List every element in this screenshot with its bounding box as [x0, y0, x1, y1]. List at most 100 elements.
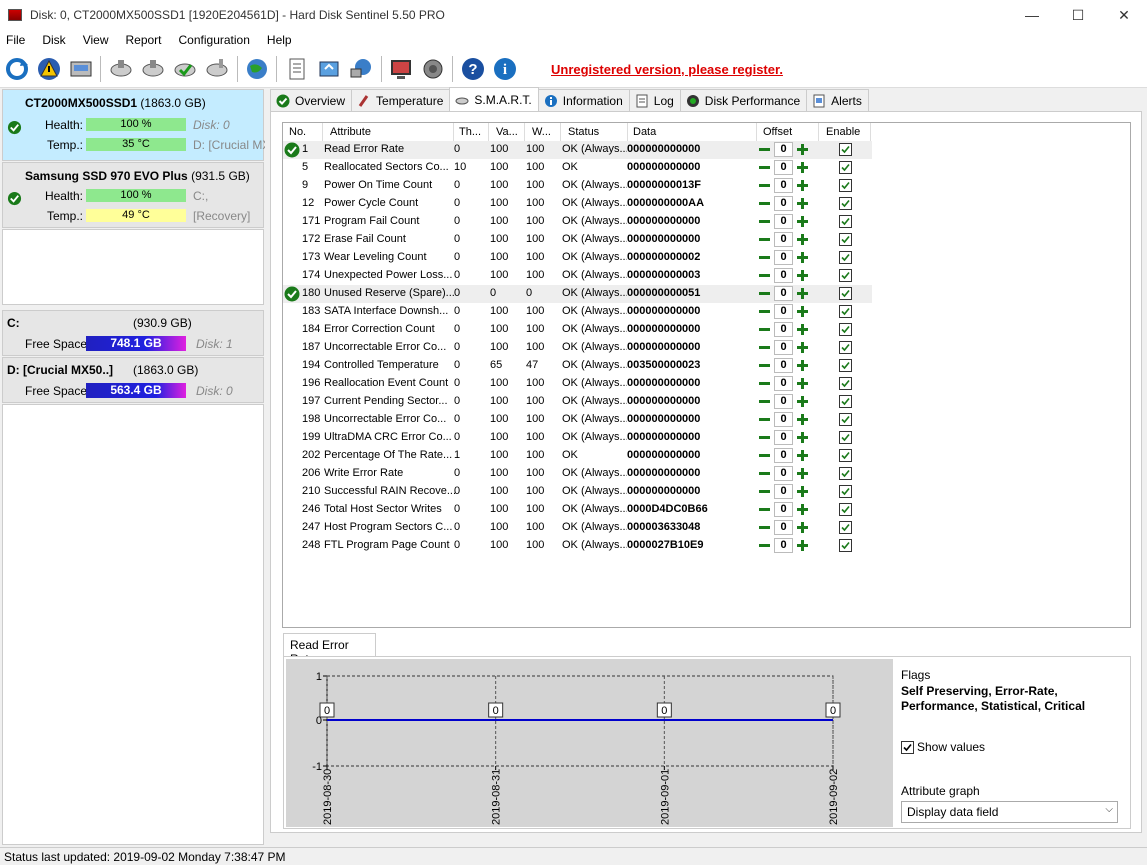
table-row[interactable]: 206 Write Error Rate 0 100 100 OK (Always... 0…	[283, 465, 872, 483]
plus-icon[interactable]	[795, 520, 810, 535]
disk-test-icon[interactable]	[107, 55, 135, 83]
table-row[interactable]: 196 Reallocation Event Count 0 100 100 OK (Al…	[283, 375, 872, 393]
plus-icon[interactable]	[795, 160, 810, 175]
col-data[interactable]: Data	[633, 126, 656, 138]
volume-card-c[interactable]: C: (930.9 GB) Free Space 748.1 GB Disk: …	[2, 310, 264, 356]
table-row[interactable]: 5 Reallocated Sectors Co... 10 100 100 OK 0000…	[283, 159, 872, 177]
enable-checkbox[interactable]	[839, 179, 852, 192]
enable-checkbox[interactable]	[839, 485, 852, 498]
disk-info-icon[interactable]	[67, 55, 95, 83]
disk-card-1[interactable]: CT2000MX500SSD1 (1863.0 GB) Health: 100 …	[2, 89, 265, 161]
minus-icon[interactable]	[757, 430, 772, 445]
plus-icon[interactable]	[795, 268, 810, 283]
backup-icon[interactable]	[315, 55, 343, 83]
offset-value[interactable]: 0	[774, 142, 793, 157]
minus-icon[interactable]	[757, 304, 772, 319]
offset-value[interactable]: 0	[774, 340, 793, 355]
minus-icon[interactable]	[757, 448, 772, 463]
plus-icon[interactable]	[795, 412, 810, 427]
offset-value[interactable]: 0	[774, 232, 793, 247]
enable-checkbox[interactable]	[839, 161, 852, 174]
offset-value[interactable]: 0	[774, 160, 793, 175]
enable-checkbox[interactable]	[839, 431, 852, 444]
offset-value[interactable]: 0	[774, 430, 793, 445]
offset-value[interactable]: 0	[774, 268, 793, 283]
enable-checkbox[interactable]	[839, 269, 852, 282]
enable-checkbox[interactable]	[839, 377, 852, 390]
plus-icon[interactable]	[795, 196, 810, 211]
offset-value[interactable]: 0	[774, 196, 793, 211]
minus-icon[interactable]	[757, 196, 772, 211]
minimize-button[interactable]: —	[1009, 0, 1055, 30]
info-icon[interactable]: i	[491, 55, 519, 83]
minus-icon[interactable]	[757, 484, 772, 499]
menu-disk[interactable]: Disk	[42, 33, 65, 47]
maximize-button[interactable]: ☐	[1055, 0, 1101, 30]
menu-view[interactable]: View	[83, 33, 109, 47]
col-value[interactable]: Va...	[496, 126, 518, 138]
enable-checkbox[interactable]	[839, 143, 852, 156]
table-row[interactable]: 197 Current Pending Sector... 0 100 100 OK (A…	[283, 393, 872, 411]
offset-value[interactable]: 0	[774, 304, 793, 319]
disk-tools-icon[interactable]	[203, 55, 231, 83]
offset-value[interactable]: 0	[774, 376, 793, 391]
minus-icon[interactable]	[757, 322, 772, 337]
network-icon[interactable]	[347, 55, 375, 83]
col-enable[interactable]: Enable	[826, 126, 860, 138]
table-row[interactable]: 171 Program Fail Count 0 100 100 OK (Always..…	[283, 213, 872, 231]
enable-checkbox[interactable]	[839, 251, 852, 264]
plus-icon[interactable]	[795, 538, 810, 553]
table-row[interactable]: 199 UltraDMA CRC Error Co... 0 100 100 OK (Al…	[283, 429, 872, 447]
show-values-checkbox[interactable]: Show values	[901, 740, 985, 754]
plus-icon[interactable]	[795, 178, 810, 193]
table-row[interactable]: 246 Total Host Sector Writes 0 100 100 OK (Al…	[283, 501, 872, 519]
tab-alerts[interactable]: Alerts	[806, 89, 869, 111]
minus-icon[interactable]	[757, 232, 772, 247]
enable-checkbox[interactable]	[839, 521, 852, 534]
menu-file[interactable]: File	[6, 33, 25, 47]
offset-value[interactable]: 0	[774, 520, 793, 535]
minus-icon[interactable]	[757, 160, 772, 175]
offset-value[interactable]: 0	[774, 466, 793, 481]
report-icon[interactable]	[283, 55, 311, 83]
enable-checkbox[interactable]	[839, 233, 852, 246]
col-offset[interactable]: Offset	[763, 126, 792, 138]
col-threshold[interactable]: Th...	[459, 126, 481, 138]
table-row[interactable]: 184 Error Correction Count 0 100 100 OK (Alwa…	[283, 321, 872, 339]
enable-checkbox[interactable]	[839, 449, 852, 462]
plus-icon[interactable]	[795, 286, 810, 301]
table-row[interactable]: 187 Uncorrectable Error Co... 0 100 100 OK (A…	[283, 339, 872, 357]
offset-value[interactable]: 0	[774, 394, 793, 409]
close-button[interactable]: ✕	[1101, 0, 1147, 30]
table-row[interactable]: 1 Read Error Rate 0 100 100 OK (Always... 0000…	[283, 141, 872, 159]
plus-icon[interactable]	[795, 340, 810, 355]
offset-value[interactable]: 0	[774, 250, 793, 265]
minus-icon[interactable]	[757, 268, 772, 283]
graph-tab[interactable]: Read Error Rate	[283, 633, 376, 666]
table-row[interactable]: 247 Host Program Sectors C... 0 100 100 OK (A…	[283, 519, 872, 537]
plus-icon[interactable]	[795, 466, 810, 481]
table-row[interactable]: 194 Controlled Temperature 0 65 47 OK (Always…	[283, 357, 872, 375]
offset-value[interactable]: 0	[774, 214, 793, 229]
enable-checkbox[interactable]	[839, 305, 852, 318]
enable-checkbox[interactable]	[839, 467, 852, 480]
menu-help[interactable]: Help	[267, 33, 292, 47]
surface-test-icon[interactable]	[139, 55, 167, 83]
minus-icon[interactable]	[757, 214, 772, 229]
plus-icon[interactable]	[795, 448, 810, 463]
offset-value[interactable]: 0	[774, 178, 793, 193]
monitor-icon[interactable]	[387, 55, 415, 83]
offset-value[interactable]: 0	[774, 412, 793, 427]
globe-icon[interactable]	[243, 55, 271, 83]
minus-icon[interactable]	[757, 340, 772, 355]
table-row[interactable]: 202 Percentage Of The Rate... 1 100 100 OK 000…	[283, 447, 872, 465]
minus-icon[interactable]	[757, 358, 772, 373]
plus-icon[interactable]	[795, 250, 810, 265]
tab-log[interactable]: Log	[628, 89, 681, 111]
enable-checkbox[interactable]	[839, 539, 852, 552]
enable-checkbox[interactable]	[839, 215, 852, 228]
table-row[interactable]: 9 Power On Time Count 0 100 100 OK (Always...…	[283, 177, 872, 195]
table-row[interactable]: 183 SATA Interface Downsh... 0 100 100 OK (Al…	[283, 303, 872, 321]
offset-value[interactable]: 0	[774, 322, 793, 337]
menu-report[interactable]: Report	[125, 33, 161, 47]
